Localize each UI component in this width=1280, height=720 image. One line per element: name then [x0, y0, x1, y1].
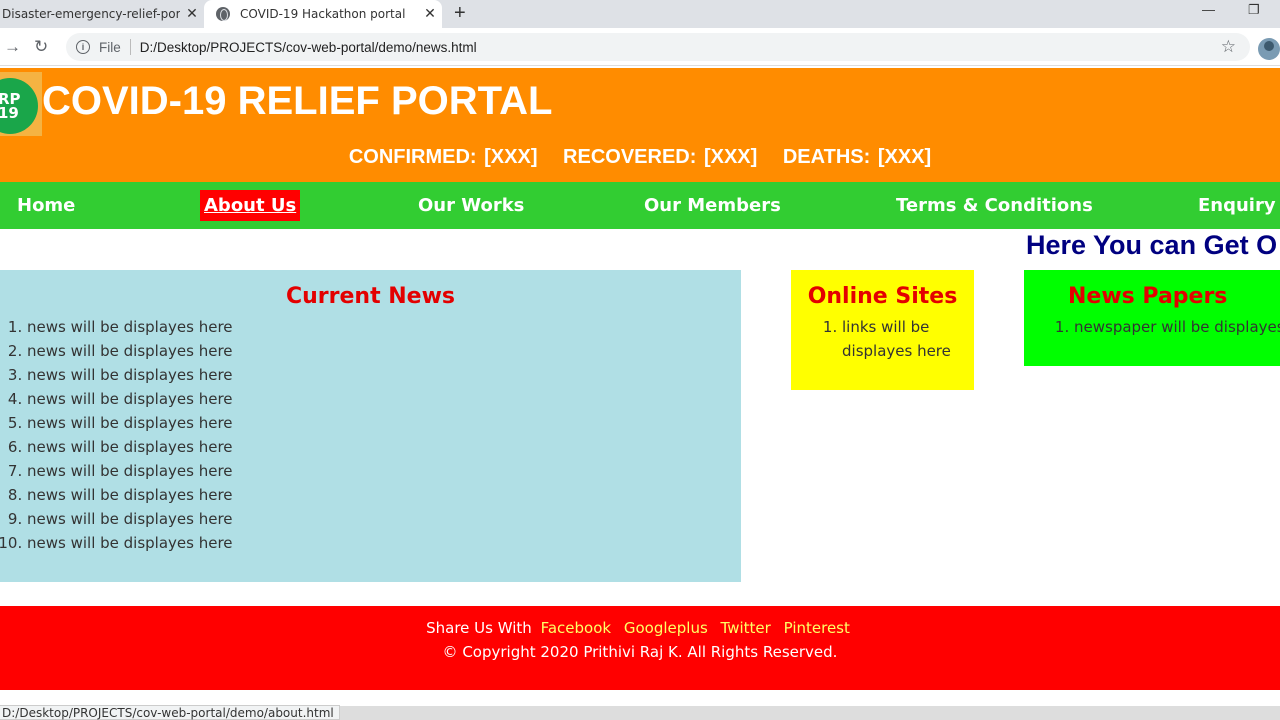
globe-icon — [216, 7, 230, 21]
pinterest-link[interactable]: Pinterest — [784, 619, 850, 637]
current-news-panel: Current News news will be displayes here… — [0, 270, 741, 582]
twitter-link[interactable]: Twitter — [721, 619, 771, 637]
news-papers-panel: News Papers newspaper will be displayes … — [1024, 270, 1280, 366]
list-item: news will be displayes here — [27, 411, 741, 435]
news-list: news will be displayes here news will be… — [0, 315, 741, 555]
url-text[interactable]: D:/Desktop/PROJECTS/cov-web-portal/demo/… — [140, 40, 477, 55]
status-url: D:/Desktop/PROJECTS/cov-web-portal/demo/… — [0, 705, 340, 720]
reload-icon[interactable]: ↻ — [34, 37, 48, 57]
logo-seal: RP 19 — [0, 78, 38, 134]
close-icon[interactable]: ✕ — [180, 6, 204, 22]
browser-tab-strip: Disaster-emergency-relief-portal ✕ COVID… — [0, 0, 1280, 28]
papers-list: newspaper will be displayes h — [1024, 315, 1280, 339]
restore-icon[interactable]: ❐ — [1248, 2, 1260, 18]
list-item: news will be displayes here — [27, 363, 741, 387]
list-item: news will be displayes here — [27, 387, 741, 411]
divider — [129, 39, 131, 55]
confirmed-count: CONFIRMED: [XXX] — [348, 146, 538, 168]
list-item: newspaper will be displayes h — [1074, 315, 1280, 339]
site-header: RP 19 COVID-19 RELIEF PORTAL CONFIRMED: [… — [0, 68, 1280, 182]
nav-home[interactable]: Home — [17, 195, 75, 216]
copyright-text: © Copyright 2020 Prithivi Raj K. All Rig… — [442, 643, 838, 661]
covid-stats: CONFIRMED: [XXX] RECOVERED: [XXX] DEATHS… — [0, 146, 1280, 169]
minimize-icon[interactable]: — — [1202, 2, 1215, 17]
address-bar-row: → ↻ i File D:/Desktop/PROJECTS/cov-web-p… — [0, 28, 1280, 66]
star-icon[interactable]: ☆ — [1221, 37, 1236, 57]
list-item: links will be displayes here — [842, 315, 954, 363]
deaths-count: DEATHS: [XXX] — [782, 146, 932, 168]
list-item: news will be displayes here — [27, 339, 741, 363]
nav-our-works[interactable]: Our Works — [418, 195, 524, 216]
profile-avatar[interactable] — [1258, 38, 1280, 60]
online-sites-panel: Online Sites links will be displayes her… — [791, 270, 974, 390]
info-icon[interactable]: i — [76, 40, 90, 54]
site-logo: RP 19 — [0, 72, 42, 136]
forward-icon[interactable]: → — [4, 37, 21, 57]
sites-list: links will be displayes here — [791, 315, 974, 363]
share-label: Share Us With — [426, 619, 532, 637]
list-item: news will be displayes here — [27, 507, 741, 531]
browser-tab-inactive[interactable]: Disaster-emergency-relief-portal ✕ — [0, 0, 204, 28]
nav-our-members[interactable]: Our Members — [644, 195, 781, 216]
address-bar[interactable]: i File D:/Desktop/PROJECTS/cov-web-porta… — [66, 33, 1250, 61]
list-item: news will be displayes here — [27, 435, 741, 459]
panel-heading: Current News — [285, 284, 456, 309]
recovered-count: RECOVERED: [XXX] — [563, 146, 758, 168]
scrolling-marquee: Here You can Get O — [1026, 230, 1278, 260]
facebook-link[interactable]: Facebook — [541, 619, 611, 637]
list-item: news will be displayes here — [27, 483, 741, 507]
panel-heading: Online Sites — [807, 284, 958, 309]
browser-tab-active[interactable]: COVID-19 Hackathon portal ✕ — [204, 0, 442, 28]
nav-enquiry[interactable]: Enquiry — [1198, 195, 1276, 216]
tab-title: COVID-19 Hackathon portal — [240, 7, 406, 21]
main-nav: Home About Us Our Works Our Members Term… — [0, 182, 1280, 229]
tab-title: Disaster-emergency-relief-portal — [2, 7, 180, 21]
list-item: news will be displayes here — [27, 531, 741, 555]
site-footer: Share Us With Facebook Googleplus Twitte… — [0, 606, 1280, 690]
page-title: COVID-19 RELIEF PORTAL — [42, 79, 553, 123]
panel-heading: News Papers — [1068, 284, 1228, 309]
nav-terms-conditions[interactable]: Terms & Conditions — [896, 195, 1093, 216]
new-tab-icon[interactable]: + — [454, 2, 466, 25]
share-row: Share Us With Facebook Googleplus Twitte… — [0, 616, 1280, 640]
list-item: news will be displayes here — [27, 315, 741, 339]
file-label: File — [99, 39, 121, 55]
close-icon[interactable]: ✕ — [418, 6, 442, 22]
googleplus-link[interactable]: Googleplus — [624, 619, 708, 637]
nav-about-us[interactable]: About Us — [200, 190, 301, 221]
list-item: news will be displayes here — [27, 459, 741, 483]
